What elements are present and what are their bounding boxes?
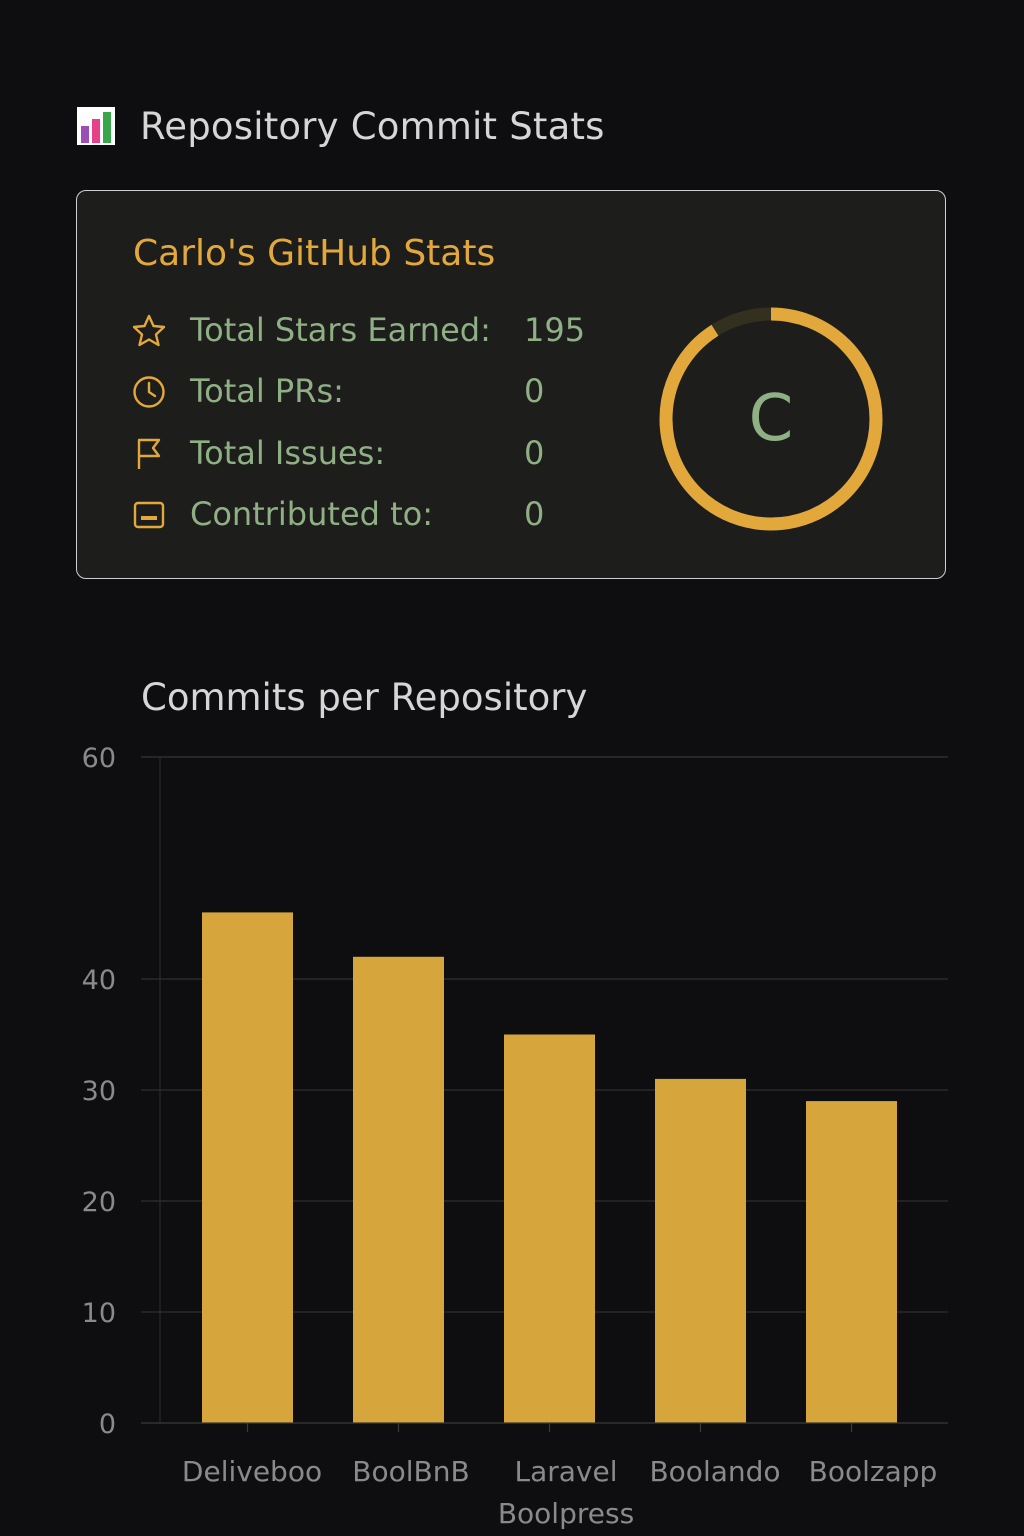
- stat-value: 0: [524, 434, 545, 472]
- y-tick-label: 30: [82, 1076, 116, 1107]
- y-tick-label: 10: [82, 1298, 116, 1329]
- stat-label: Total PRs:: [190, 372, 344, 410]
- x-tick-label: Boolpress: [498, 1497, 634, 1530]
- clock-icon: [133, 376, 165, 408]
- commits-bar-chart: 0 10 20 30 40 60 Deliveboo BoolBnB Laravel Boolpr…: [82, 743, 948, 1530]
- stat-row-prs: Total PRs: 0: [131, 369, 601, 413]
- rank-circle: C: [659, 307, 883, 531]
- stat-label: Contributed to:: [190, 495, 434, 533]
- flag-icon: [137, 438, 161, 469]
- stat-label: Total Issues:: [190, 434, 386, 472]
- stat-row-stars: Total Stars Earned: 195: [131, 308, 601, 352]
- stats-card-title: Carlo's GitHub Stats: [133, 233, 496, 274]
- stat-row-contributed: Contributed to: 0: [131, 492, 601, 536]
- x-tick-label: Boolando: [649, 1455, 780, 1488]
- stat-label: Total Stars Earned:: [190, 311, 491, 349]
- star-icon: [132, 314, 166, 347]
- bar-laravel-boolpress: [504, 1034, 595, 1423]
- chart-title: Commits per Repository: [141, 676, 588, 719]
- x-tick-label: Laravel: [514, 1455, 617, 1488]
- y-tick-label: 40: [82, 965, 116, 996]
- bar-boolbnb: [353, 956, 444, 1423]
- bar-boolando: [655, 1078, 746, 1423]
- stat-value: 0: [524, 372, 545, 410]
- repo-icon: [133, 501, 165, 529]
- github-stats-card: Carlo's GitHub Stats Total Stars Earned:…: [76, 190, 946, 579]
- bar-deliveboo: [202, 912, 293, 1423]
- page-title: Repository Commit Stats: [140, 104, 605, 148]
- stat-value: 195: [524, 311, 586, 349]
- rank-grade: C: [749, 382, 794, 456]
- y-tick-label: 20: [82, 1187, 116, 1218]
- x-tick-label: Deliveboo: [182, 1455, 322, 1488]
- bar-chart-icon: [77, 107, 115, 145]
- bar-boolzapp: [806, 1101, 897, 1423]
- x-tick-label: Boolzapp: [809, 1455, 938, 1488]
- page: Repository Commit Stats Carlo's GitHub S…: [0, 0, 1024, 1536]
- stat-value: 0: [524, 495, 545, 533]
- page-header: Repository Commit Stats: [76, 104, 605, 148]
- y-tick-label: 0: [99, 1409, 116, 1440]
- y-tick-label: 60: [82, 743, 116, 774]
- stat-row-issues: Total Issues: 0: [131, 431, 601, 475]
- x-tick-label: BoolBnB: [352, 1455, 469, 1488]
